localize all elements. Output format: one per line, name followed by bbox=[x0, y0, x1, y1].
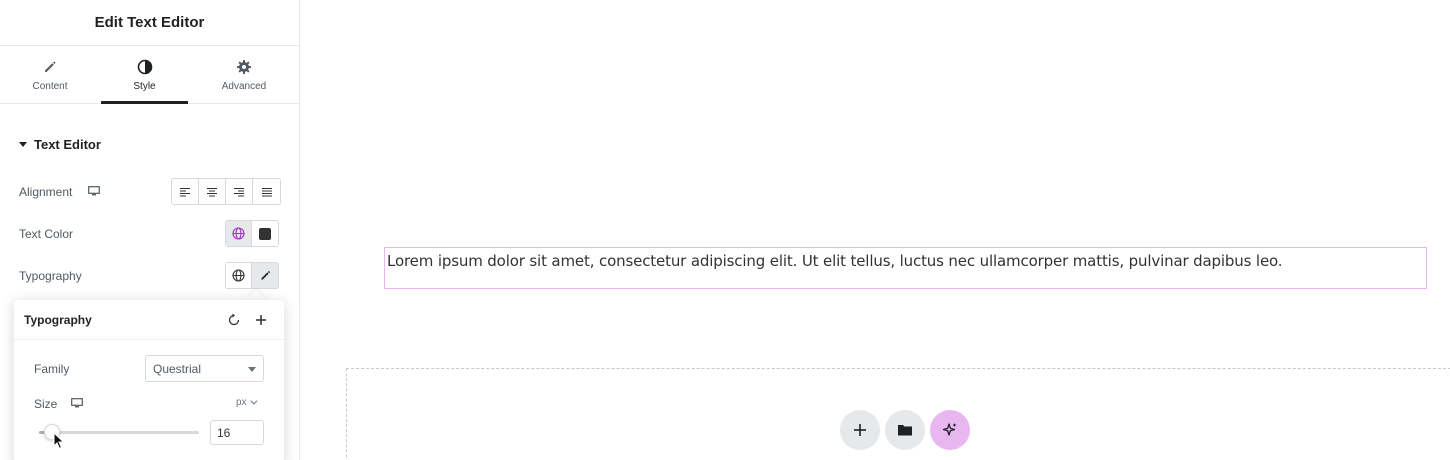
global-typography-button[interactable] bbox=[226, 263, 252, 288]
align-left-icon bbox=[180, 187, 190, 196]
typography-label: Typography bbox=[19, 269, 82, 283]
reset-icon[interactable] bbox=[226, 312, 242, 328]
caret-down-icon bbox=[19, 142, 27, 147]
align-justify-button[interactable] bbox=[253, 179, 280, 204]
size-input[interactable] bbox=[210, 420, 264, 445]
tab-style[interactable]: Style bbox=[101, 46, 188, 104]
color-picker-button[interactable] bbox=[252, 221, 278, 246]
panel-header: Edit Text Editor bbox=[0, 0, 299, 46]
text-editor-widget[interactable]: Lorem ipsum dolor sit amet, consectetur … bbox=[384, 247, 1427, 289]
desktop-icon[interactable] bbox=[71, 398, 83, 408]
alignment-group bbox=[171, 178, 281, 205]
color-swatch bbox=[259, 227, 271, 240]
preview-canvas: Lorem ipsum dolor sit amet, consectetur … bbox=[301, 0, 1450, 460]
section-title: Text Editor bbox=[34, 137, 101, 152]
text-color-label: Text Color bbox=[19, 227, 74, 241]
align-left-button[interactable] bbox=[172, 179, 199, 204]
add-section-button[interactable] bbox=[840, 410, 880, 450]
popover-title: Typography bbox=[24, 312, 92, 327]
font-family-select[interactable]: Questrial bbox=[145, 355, 264, 382]
template-library-button[interactable] bbox=[885, 410, 925, 450]
family-label: Family bbox=[34, 362, 70, 376]
tab-content[interactable]: Content bbox=[0, 46, 100, 104]
popover-header: Typography bbox=[14, 300, 284, 340]
align-center-icon bbox=[207, 187, 217, 196]
edit-typography-button[interactable] bbox=[252, 263, 278, 288]
tab-style-label: Style bbox=[133, 80, 156, 92]
widget-text: Lorem ipsum dolor sit amet, consectetur … bbox=[387, 252, 1283, 270]
mouse-cursor-icon bbox=[53, 432, 65, 450]
desktop-icon[interactable] bbox=[88, 186, 100, 196]
pencil-icon bbox=[260, 270, 270, 280]
align-right-button[interactable] bbox=[226, 179, 253, 204]
tab-advanced-label: Advanced bbox=[221, 80, 267, 92]
font-family-value: Questrial bbox=[153, 361, 202, 376]
align-justify-icon bbox=[261, 187, 272, 196]
gear-icon bbox=[237, 59, 251, 74]
section-toggle-text-editor[interactable]: Text Editor bbox=[19, 137, 101, 152]
global-color-button[interactable] bbox=[226, 221, 252, 246]
pencil-icon bbox=[45, 60, 56, 72]
align-right-icon bbox=[234, 187, 244, 196]
plus-icon[interactable] bbox=[253, 312, 269, 328]
text-color-control bbox=[225, 220, 279, 247]
globe-icon bbox=[232, 227, 245, 240]
ai-sparkle-icon bbox=[942, 423, 957, 436]
align-center-button[interactable] bbox=[199, 179, 226, 204]
ai-assistant-button[interactable] bbox=[930, 410, 970, 450]
size-label: Size bbox=[34, 397, 58, 411]
contrast-icon bbox=[137, 59, 152, 74]
typography-control bbox=[225, 262, 279, 289]
alignment-label: Alignment bbox=[19, 185, 73, 199]
tab-advanced[interactable]: Advanced bbox=[188, 46, 300, 104]
chevron-down-icon bbox=[249, 397, 258, 405]
panel-title: Edit Text Editor bbox=[94, 14, 205, 31]
dropdown-caret-icon bbox=[248, 367, 256, 372]
template-library-icon bbox=[898, 425, 912, 436]
size-unit-value: px bbox=[236, 397, 247, 408]
size-unit-select[interactable]: px bbox=[236, 397, 258, 408]
globe-icon bbox=[232, 269, 245, 282]
panel-tabs: Content Style Advanced bbox=[0, 46, 299, 104]
tab-content-label: Content bbox=[32, 80, 68, 92]
add-section-icon bbox=[854, 424, 866, 436]
